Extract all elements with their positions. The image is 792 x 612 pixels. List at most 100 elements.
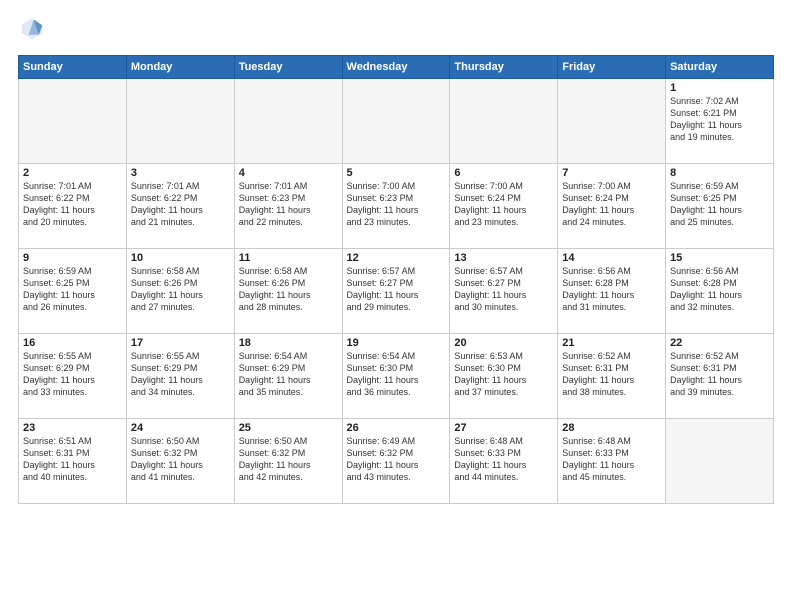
day-number: 21 [562, 337, 661, 349]
calendar-cell [19, 79, 127, 164]
calendar-cell: 27Sunrise: 6:48 AM Sunset: 6:33 PM Dayli… [450, 419, 558, 504]
calendar-cell: 1Sunrise: 7:02 AM Sunset: 6:21 PM Daylig… [666, 79, 774, 164]
day-info: Sunrise: 6:56 AM Sunset: 6:28 PM Dayligh… [562, 265, 661, 314]
day-info: Sunrise: 6:57 AM Sunset: 6:27 PM Dayligh… [454, 265, 553, 314]
weekday-header-row: SundayMondayTuesdayWednesdayThursdayFrid… [19, 56, 774, 79]
calendar-cell: 28Sunrise: 6:48 AM Sunset: 6:33 PM Dayli… [558, 419, 666, 504]
day-number: 16 [23, 337, 122, 349]
weekday-saturday: Saturday [666, 56, 774, 79]
calendar-cell: 26Sunrise: 6:49 AM Sunset: 6:32 PM Dayli… [342, 419, 450, 504]
day-info: Sunrise: 7:01 AM Sunset: 6:23 PM Dayligh… [239, 180, 338, 229]
week-row-3: 9Sunrise: 6:59 AM Sunset: 6:25 PM Daylig… [19, 249, 774, 334]
day-number: 18 [239, 337, 338, 349]
day-number: 13 [454, 252, 553, 264]
calendar-cell: 4Sunrise: 7:01 AM Sunset: 6:23 PM Daylig… [234, 164, 342, 249]
calendar-cell: 17Sunrise: 6:55 AM Sunset: 6:29 PM Dayli… [126, 334, 234, 419]
day-number: 27 [454, 422, 553, 434]
day-info: Sunrise: 6:50 AM Sunset: 6:32 PM Dayligh… [131, 435, 230, 484]
day-info: Sunrise: 6:58 AM Sunset: 6:26 PM Dayligh… [239, 265, 338, 314]
day-info: Sunrise: 6:55 AM Sunset: 6:29 PM Dayligh… [131, 350, 230, 399]
calendar-cell: 25Sunrise: 6:50 AM Sunset: 6:32 PM Dayli… [234, 419, 342, 504]
calendar-cell [234, 79, 342, 164]
day-number: 23 [23, 422, 122, 434]
day-number: 4 [239, 167, 338, 179]
calendar-cell: 21Sunrise: 6:52 AM Sunset: 6:31 PM Dayli… [558, 334, 666, 419]
day-info: Sunrise: 7:00 AM Sunset: 6:24 PM Dayligh… [454, 180, 553, 229]
logo [18, 16, 44, 45]
day-number: 7 [562, 167, 661, 179]
calendar-cell [558, 79, 666, 164]
day-info: Sunrise: 6:48 AM Sunset: 6:33 PM Dayligh… [454, 435, 553, 484]
week-row-4: 16Sunrise: 6:55 AM Sunset: 6:29 PM Dayli… [19, 334, 774, 419]
week-row-2: 2Sunrise: 7:01 AM Sunset: 6:22 PM Daylig… [19, 164, 774, 249]
day-info: Sunrise: 7:01 AM Sunset: 6:22 PM Dayligh… [131, 180, 230, 229]
calendar-cell [666, 419, 774, 504]
page: SundayMondayTuesdayWednesdayThursdayFrid… [0, 0, 792, 612]
day-info: Sunrise: 6:58 AM Sunset: 6:26 PM Dayligh… [131, 265, 230, 314]
day-number: 20 [454, 337, 553, 349]
calendar-cell: 12Sunrise: 6:57 AM Sunset: 6:27 PM Dayli… [342, 249, 450, 334]
day-info: Sunrise: 6:49 AM Sunset: 6:32 PM Dayligh… [347, 435, 446, 484]
day-info: Sunrise: 6:51 AM Sunset: 6:31 PM Dayligh… [23, 435, 122, 484]
day-number: 22 [670, 337, 769, 349]
day-info: Sunrise: 7:02 AM Sunset: 6:21 PM Dayligh… [670, 95, 769, 144]
calendar-cell: 15Sunrise: 6:56 AM Sunset: 6:28 PM Dayli… [666, 249, 774, 334]
day-info: Sunrise: 6:52 AM Sunset: 6:31 PM Dayligh… [562, 350, 661, 399]
calendar-cell: 10Sunrise: 6:58 AM Sunset: 6:26 PM Dayli… [126, 249, 234, 334]
day-number: 10 [131, 252, 230, 264]
day-info: Sunrise: 6:50 AM Sunset: 6:32 PM Dayligh… [239, 435, 338, 484]
calendar-cell: 19Sunrise: 6:54 AM Sunset: 6:30 PM Dayli… [342, 334, 450, 419]
calendar-cell: 18Sunrise: 6:54 AM Sunset: 6:29 PM Dayli… [234, 334, 342, 419]
calendar-table: SundayMondayTuesdayWednesdayThursdayFrid… [18, 55, 774, 504]
day-number: 11 [239, 252, 338, 264]
day-info: Sunrise: 6:53 AM Sunset: 6:30 PM Dayligh… [454, 350, 553, 399]
week-row-1: 1Sunrise: 7:02 AM Sunset: 6:21 PM Daylig… [19, 79, 774, 164]
weekday-sunday: Sunday [19, 56, 127, 79]
day-info: Sunrise: 6:55 AM Sunset: 6:29 PM Dayligh… [23, 350, 122, 399]
weekday-friday: Friday [558, 56, 666, 79]
calendar-cell: 2Sunrise: 7:01 AM Sunset: 6:22 PM Daylig… [19, 164, 127, 249]
week-row-5: 23Sunrise: 6:51 AM Sunset: 6:31 PM Dayli… [19, 419, 774, 504]
day-number: 24 [131, 422, 230, 434]
day-number: 3 [131, 167, 230, 179]
day-info: Sunrise: 6:59 AM Sunset: 6:25 PM Dayligh… [670, 180, 769, 229]
calendar-cell [126, 79, 234, 164]
calendar-cell: 9Sunrise: 6:59 AM Sunset: 6:25 PM Daylig… [19, 249, 127, 334]
day-number: 14 [562, 252, 661, 264]
day-number: 12 [347, 252, 446, 264]
calendar-cell: 16Sunrise: 6:55 AM Sunset: 6:29 PM Dayli… [19, 334, 127, 419]
day-info: Sunrise: 6:54 AM Sunset: 6:29 PM Dayligh… [239, 350, 338, 399]
day-number: 6 [454, 167, 553, 179]
header [18, 16, 774, 45]
day-number: 1 [670, 82, 769, 94]
day-number: 19 [347, 337, 446, 349]
calendar-cell: 8Sunrise: 6:59 AM Sunset: 6:25 PM Daylig… [666, 164, 774, 249]
weekday-thursday: Thursday [450, 56, 558, 79]
calendar-cell: 23Sunrise: 6:51 AM Sunset: 6:31 PM Dayli… [19, 419, 127, 504]
day-info: Sunrise: 7:01 AM Sunset: 6:22 PM Dayligh… [23, 180, 122, 229]
day-info: Sunrise: 6:59 AM Sunset: 6:25 PM Dayligh… [23, 265, 122, 314]
weekday-tuesday: Tuesday [234, 56, 342, 79]
calendar-cell [342, 79, 450, 164]
day-number: 2 [23, 167, 122, 179]
day-info: Sunrise: 6:54 AM Sunset: 6:30 PM Dayligh… [347, 350, 446, 399]
calendar-cell: 3Sunrise: 7:01 AM Sunset: 6:22 PM Daylig… [126, 164, 234, 249]
day-number: 28 [562, 422, 661, 434]
weekday-wednesday: Wednesday [342, 56, 450, 79]
day-info: Sunrise: 7:00 AM Sunset: 6:23 PM Dayligh… [347, 180, 446, 229]
day-info: Sunrise: 6:57 AM Sunset: 6:27 PM Dayligh… [347, 265, 446, 314]
calendar-cell: 13Sunrise: 6:57 AM Sunset: 6:27 PM Dayli… [450, 249, 558, 334]
calendar-cell: 11Sunrise: 6:58 AM Sunset: 6:26 PM Dayli… [234, 249, 342, 334]
day-number: 17 [131, 337, 230, 349]
calendar-cell: 24Sunrise: 6:50 AM Sunset: 6:32 PM Dayli… [126, 419, 234, 504]
calendar-cell: 14Sunrise: 6:56 AM Sunset: 6:28 PM Dayli… [558, 249, 666, 334]
logo-icon [20, 16, 44, 40]
calendar-cell: 6Sunrise: 7:00 AM Sunset: 6:24 PM Daylig… [450, 164, 558, 249]
calendar-cell [450, 79, 558, 164]
day-info: Sunrise: 6:56 AM Sunset: 6:28 PM Dayligh… [670, 265, 769, 314]
calendar-cell: 7Sunrise: 7:00 AM Sunset: 6:24 PM Daylig… [558, 164, 666, 249]
calendar-cell: 5Sunrise: 7:00 AM Sunset: 6:23 PM Daylig… [342, 164, 450, 249]
day-info: Sunrise: 6:48 AM Sunset: 6:33 PM Dayligh… [562, 435, 661, 484]
day-number: 26 [347, 422, 446, 434]
day-number: 8 [670, 167, 769, 179]
